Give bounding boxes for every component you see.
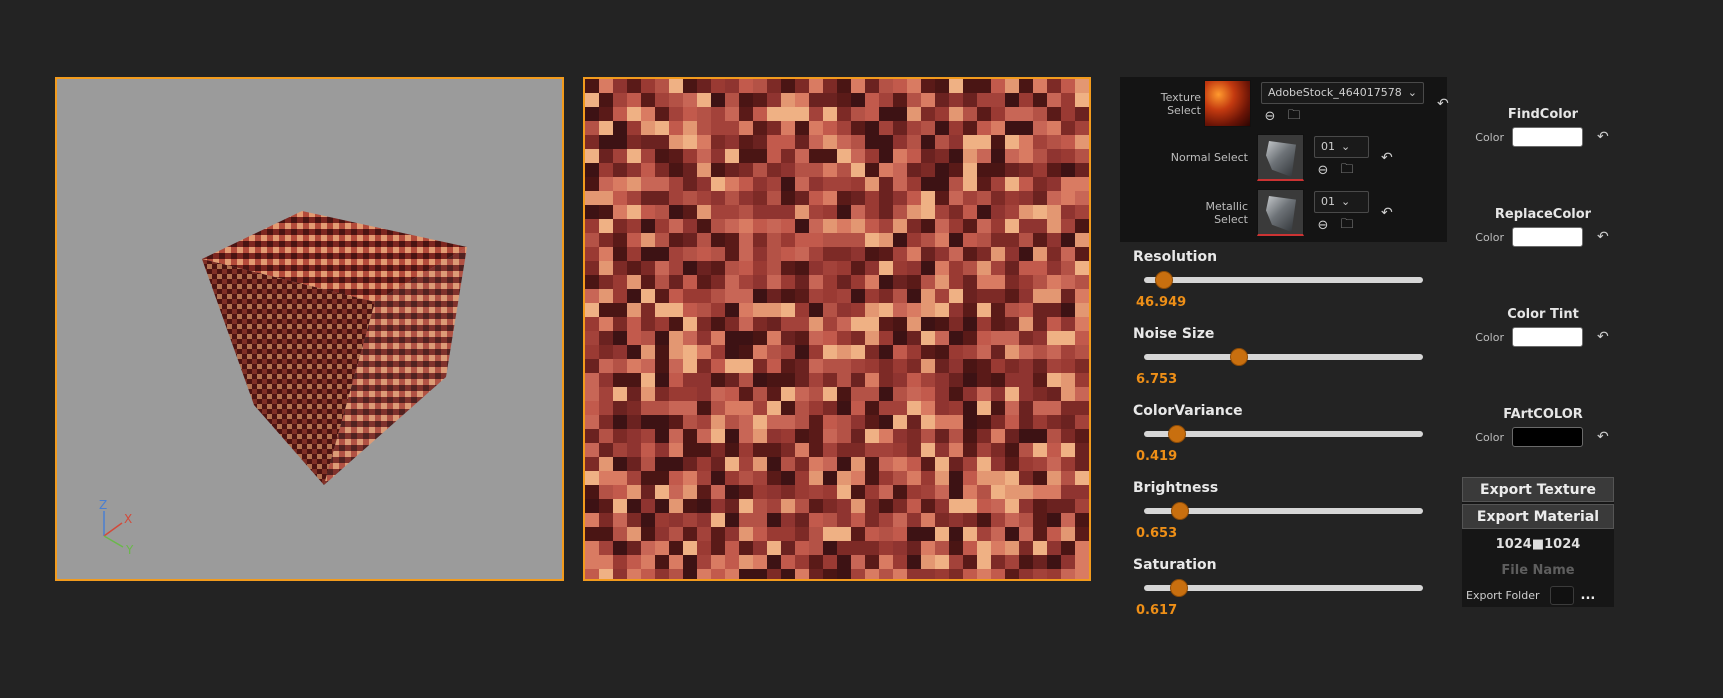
find-color-swatch[interactable] — [1512, 127, 1583, 147]
color-label: Color — [1475, 430, 1504, 444]
slider-value: 6.753 — [1136, 372, 1178, 387]
slider-label: Brightness — [1133, 480, 1219, 496]
slider-track[interactable] — [1144, 425, 1423, 443]
normal-reset-icon[interactable]: ↶ — [1381, 150, 1393, 166]
fart-color-group: FArtCOLOR Color ↶ — [1462, 407, 1612, 447]
slider-resolution: Resolution 46.949 — [1133, 249, 1433, 310]
replace-color-group: ReplaceColor Color ↶ — [1462, 207, 1612, 247]
slider-value: 0.419 — [1136, 449, 1178, 464]
cube-render: Z X Y — [99, 211, 467, 557]
metallic-dropdown-value: 01 — [1321, 195, 1335, 208]
slider-saturation: Saturation 0.617 — [1133, 557, 1433, 618]
file-name-input[interactable]: File Name — [1462, 563, 1614, 578]
metallic-select-label: Metallic Select — [1205, 199, 1248, 226]
color-tint-reset-icon[interactable]: ↶ — [1597, 329, 1609, 345]
replace-color-reset-icon[interactable]: ↶ — [1597, 229, 1609, 245]
find-color-reset-icon[interactable]: ↶ — [1597, 129, 1609, 145]
slider-handle[interactable] — [1168, 425, 1187, 443]
fart-color-reset-icon[interactable]: ↶ — [1597, 429, 1609, 445]
axis-x-label: X — [124, 512, 132, 526]
color-label: Color — [1475, 230, 1504, 244]
texture-preview-viewport[interactable] — [583, 77, 1091, 581]
slider-label: Resolution — [1133, 249, 1218, 265]
color-tint-group: Color Tint Color ↶ — [1462, 307, 1612, 347]
noise-texture — [585, 79, 1089, 579]
browse-file-icon[interactable]: 🗀 — [1285, 108, 1303, 126]
metallic-thumbnail[interactable] — [1257, 189, 1304, 236]
chevron-down-icon: ⌄ — [1341, 195, 1351, 208]
slider-noise-size: Noise Size 6.753 — [1133, 326, 1433, 387]
fart-color-title: FArtCOLOR — [1503, 407, 1583, 422]
export-texture-button[interactable]: Export Texture — [1462, 477, 1614, 502]
slider-track[interactable] — [1144, 271, 1423, 289]
slider-handle[interactable] — [1171, 502, 1190, 520]
slider-label: Noise Size — [1133, 326, 1215, 342]
slider-label: ColorVariance — [1133, 403, 1243, 419]
chevron-down-icon: ⌄ — [1407, 86, 1417, 99]
pick-target-icon[interactable]: ⊖ — [1314, 217, 1332, 235]
slider-track[interactable] — [1144, 348, 1423, 366]
browse-file-icon[interactable]: 🗀 — [1338, 162, 1356, 180]
axis-z-label: Z — [99, 498, 107, 512]
normal-select-label: Normal Select — [1170, 151, 1248, 164]
replace-color-title: ReplaceColor — [1494, 207, 1592, 222]
export-panel: Export Texture Export Material 1024■1024… — [1462, 477, 1614, 607]
color-label: Color — [1475, 330, 1504, 344]
pick-target-icon[interactable]: ⊖ — [1314, 162, 1332, 180]
slider-value: 0.617 — [1136, 603, 1178, 618]
slider-track[interactable] — [1144, 502, 1423, 520]
fart-color-swatch[interactable] — [1512, 427, 1583, 447]
metallic-dropdown[interactable]: 01 ⌄ — [1314, 190, 1369, 213]
find-color-title: FindColor — [1507, 107, 1579, 122]
normal-thumbnail[interactable] — [1257, 134, 1304, 181]
texture-reset-icon[interactable]: ↶ — [1437, 96, 1449, 112]
color-label: Color — [1475, 130, 1504, 144]
slider-value: 46.949 — [1136, 295, 1187, 310]
export-folder-label: Export Folder — [1466, 589, 1540, 602]
normal-dropdown[interactable]: 01 ⌄ — [1314, 135, 1369, 158]
texture-dropdown-value: AdobeStock_464017578 — [1268, 86, 1402, 99]
export-material-button[interactable]: Export Material — [1462, 504, 1614, 529]
export-resolution[interactable]: 1024■1024 — [1462, 537, 1614, 552]
browse-folder-button[interactable]: ... — [1581, 588, 1596, 603]
axis-y-label: Y — [125, 543, 134, 557]
texture-select-label: Texture Select — [1160, 90, 1201, 117]
color-tint-swatch[interactable] — [1512, 327, 1583, 347]
export-folder-field[interactable] — [1549, 586, 1574, 605]
texture-dropdown[interactable]: AdobeStock_464017578 ⌄ — [1261, 81, 1424, 104]
map-select-panel: Texture Select AdobeStock_464017578 ⌄ ⊖ … — [1120, 77, 1449, 242]
slider-brightness: Brightness 0.653 — [1133, 480, 1433, 541]
normal-dropdown-value: 01 — [1321, 140, 1335, 153]
preview-3d-viewport[interactable]: Z X Y — [55, 77, 564, 581]
replace-color-swatch[interactable] — [1512, 227, 1583, 247]
browse-file-icon[interactable]: 🗀 — [1338, 217, 1356, 235]
slider-value: 0.653 — [1136, 526, 1178, 541]
pick-target-icon[interactable]: ⊖ — [1261, 108, 1279, 126]
axis-gizmo: Z X Y — [99, 498, 134, 557]
chevron-down-icon: ⌄ — [1341, 140, 1351, 153]
slider-track[interactable] — [1144, 579, 1423, 597]
slider-handle[interactable] — [1154, 271, 1173, 289]
metallic-reset-icon[interactable]: ↶ — [1381, 205, 1393, 221]
slider-handle[interactable] — [1229, 348, 1248, 366]
slider-label: Saturation — [1133, 557, 1217, 573]
slider-handle[interactable] — [1169, 579, 1188, 597]
texture-thumbnail[interactable] — [1204, 80, 1251, 127]
slider-color-variance: ColorVariance 0.419 — [1133, 403, 1433, 464]
find-color-group: FindColor Color ↶ — [1462, 107, 1612, 147]
color-tint-title: Color Tint — [1507, 307, 1579, 322]
